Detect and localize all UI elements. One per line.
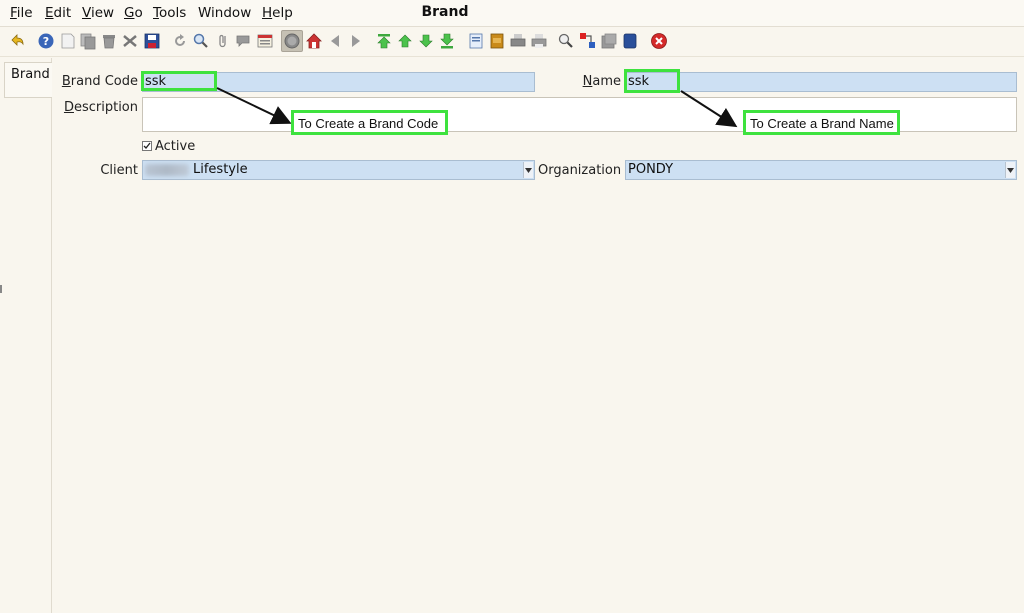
active-checkbox[interactable] (142, 141, 152, 151)
name-callout: To Create a Brand Name (743, 110, 900, 135)
product-info-icon[interactable] (600, 32, 618, 50)
next-icon[interactable] (347, 32, 365, 50)
name-input[interactable]: ssk (625, 72, 1017, 92)
next-record-icon[interactable] (417, 32, 435, 50)
brand-code-label: Brand Code (61, 74, 138, 89)
undo-icon[interactable] (8, 32, 26, 50)
last-record-icon[interactable] (438, 32, 456, 50)
attachment-icon[interactable] (214, 32, 232, 50)
window-edge-marker (0, 285, 2, 293)
archive-icon[interactable] (488, 32, 506, 50)
workflow-icon[interactable] (579, 32, 597, 50)
new-record-icon[interactable] (59, 32, 77, 50)
brand-code-callout: To Create a Brand Code (291, 110, 448, 135)
organization-label: Organization (538, 163, 622, 178)
delete-icon[interactable] (100, 32, 118, 50)
first-record-icon[interactable] (375, 32, 393, 50)
refresh-icon[interactable] (171, 32, 189, 50)
menu-bar: File Edit View Go Tools Window Help Bran… (0, 0, 1024, 27)
active-label: Active (155, 139, 196, 154)
help-icon[interactable]: ? (37, 32, 55, 50)
tab-brand[interactable]: Brand (4, 62, 52, 98)
client-dropdown-button[interactable] (523, 162, 533, 178)
report-icon[interactable] (467, 32, 485, 50)
brand-code-input[interactable]: ssk (142, 72, 535, 92)
find-icon[interactable] (192, 32, 210, 50)
chat-icon[interactable] (235, 32, 253, 50)
svg-text:?: ? (43, 35, 49, 48)
save-icon[interactable] (143, 32, 161, 50)
previous-record-icon[interactable] (396, 32, 414, 50)
check-icon (143, 142, 151, 149)
client-value: Lifestyle (193, 162, 248, 177)
multi-view-icon[interactable] (256, 32, 274, 50)
zoom-across-icon[interactable] (557, 32, 575, 50)
history-icon[interactable] (281, 30, 303, 52)
description-label: Description (63, 100, 138, 115)
delete-selection-icon[interactable] (121, 32, 139, 50)
request-icon[interactable] (621, 32, 639, 50)
name-label: Name (582, 74, 621, 89)
exit-icon[interactable] (650, 32, 668, 50)
tab-strip: Brand (0, 58, 52, 613)
prev-icon[interactable] (326, 32, 344, 50)
organization-value: PONDY (628, 162, 674, 177)
chevron-down-icon (1007, 167, 1014, 173)
chevron-down-icon (525, 167, 532, 173)
client-select[interactable]: Lifestyle (142, 160, 535, 180)
organization-dropdown-button[interactable] (1005, 162, 1015, 178)
home-icon[interactable] (305, 32, 323, 50)
copy-record-icon[interactable] (79, 32, 97, 50)
print-icon[interactable] (530, 32, 548, 50)
print-preview-icon[interactable] (509, 32, 527, 50)
redacted-text (145, 163, 189, 176)
toolbar: ? (0, 27, 1024, 57)
organization-select[interactable]: PONDY (625, 160, 1017, 180)
window-title: Brand (421, 4, 469, 20)
client-label: Client (100, 163, 138, 178)
